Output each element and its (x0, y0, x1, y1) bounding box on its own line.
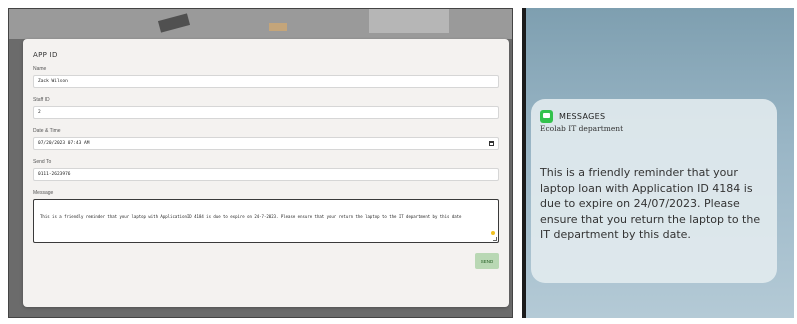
name-input[interactable]: Zack Wilson (33, 75, 499, 88)
background-photo (9, 9, 512, 39)
form-title: APP ID (33, 51, 58, 59)
message-label: Message (33, 190, 54, 196)
background-decoration (157, 13, 191, 33)
background-decoration (269, 23, 287, 31)
sms-notification[interactable]: MESSAGES Ecolab IT department This is a … (531, 99, 777, 283)
notification-body: This is a friendly reminder that your la… (540, 166, 761, 241)
staff-id-label: Staff ID (33, 97, 50, 103)
app-window: APP ID Name Zack Wilson Staff ID 2 Date … (8, 8, 513, 318)
notification-sender: Ecolab IT department (540, 124, 624, 133)
name-label: Name (33, 66, 47, 72)
message-textarea[interactable]: This is a friendly reminder that your la… (33, 199, 499, 243)
notification-header: MESSAGES (540, 110, 768, 123)
background-decoration (369, 9, 449, 33)
grammar-check-icon[interactable] (491, 231, 495, 235)
notification-app-name: MESSAGES (559, 112, 606, 121)
datetime-value: 07/20/2023 07:43 AM (38, 141, 90, 146)
staff-id-input[interactable]: 2 (33, 106, 499, 119)
calendar-icon[interactable] (489, 141, 494, 146)
form-actions: SEND (33, 253, 499, 269)
datetime-label: Date & Time (33, 128, 61, 134)
message-form-card: APP ID Name Zack Wilson Staff ID 2 Date … (23, 39, 509, 307)
phone-screen: MESSAGES Ecolab IT department This is a … (522, 8, 794, 318)
datetime-input[interactable]: 07/20/2023 07:43 AM (33, 137, 499, 150)
resize-handle-icon[interactable] (493, 237, 497, 241)
send-to-label: Send To (33, 159, 52, 165)
messages-icon (540, 110, 553, 123)
phone-bezel (522, 8, 526, 318)
send-to-input[interactable]: 0111-2623976 (33, 168, 499, 181)
message-text: This is a friendly reminder that your la… (40, 214, 462, 219)
send-button[interactable]: SEND (475, 253, 499, 269)
